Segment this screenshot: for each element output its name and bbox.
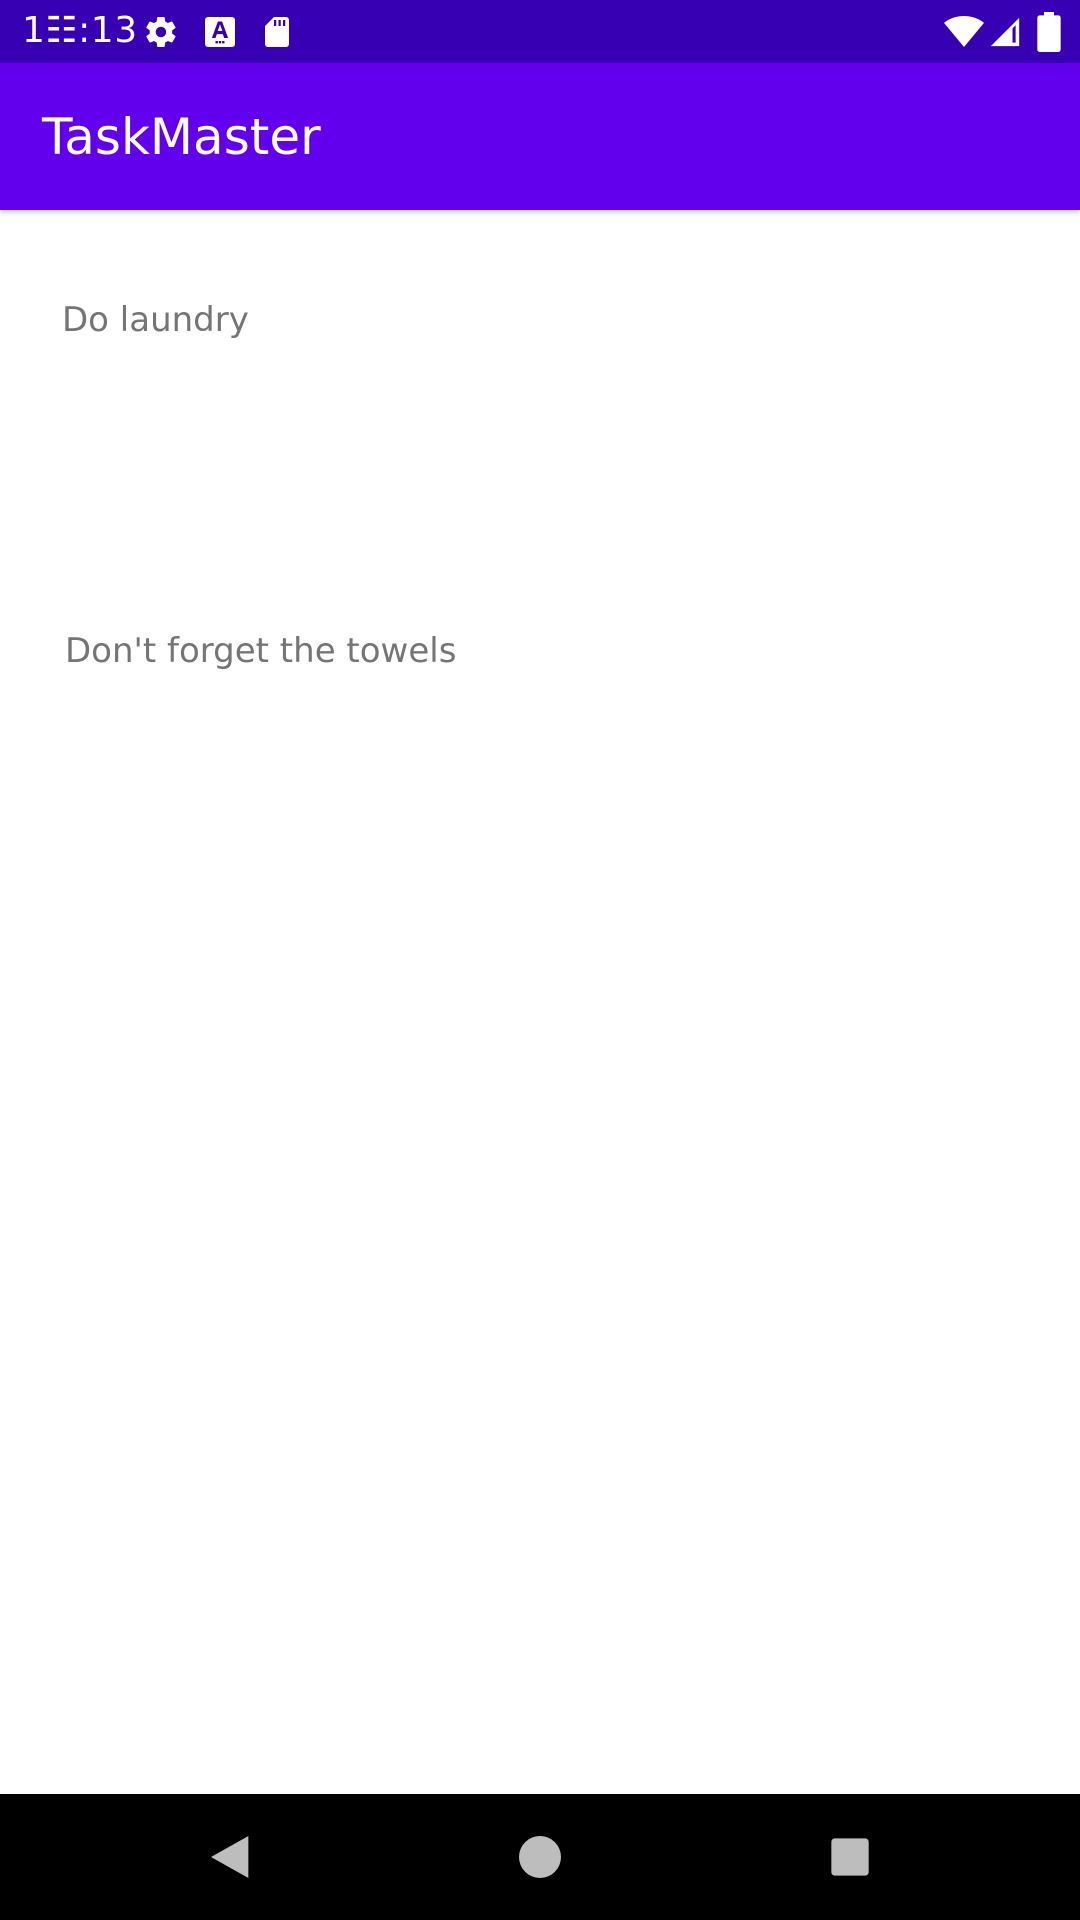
app-bar: TaskMaster <box>0 63 1080 210</box>
status-time: 1☷:13 <box>22 10 138 51</box>
recents-icon[interactable] <box>822 1829 878 1885</box>
app-title: TaskMaster <box>42 108 321 166</box>
status-bar: 1☷:13 <box>0 0 1080 63</box>
task-title: Do laundry <box>62 300 249 340</box>
navigation-bar <box>0 1794 1080 1920</box>
sd-card-icon <box>259 14 295 50</box>
wifi-icon <box>944 12 984 52</box>
back-icon[interactable] <box>204 1829 260 1885</box>
task-detail: Do laundry Don't forget the towels <box>0 214 1080 1794</box>
home-icon[interactable] <box>512 1829 568 1885</box>
text-a-icon <box>202 14 238 50</box>
cell-signal-icon <box>988 14 1022 50</box>
gear-icon <box>143 14 179 50</box>
battery-icon <box>1036 12 1062 52</box>
task-body: Don't forget the towels <box>65 631 457 671</box>
